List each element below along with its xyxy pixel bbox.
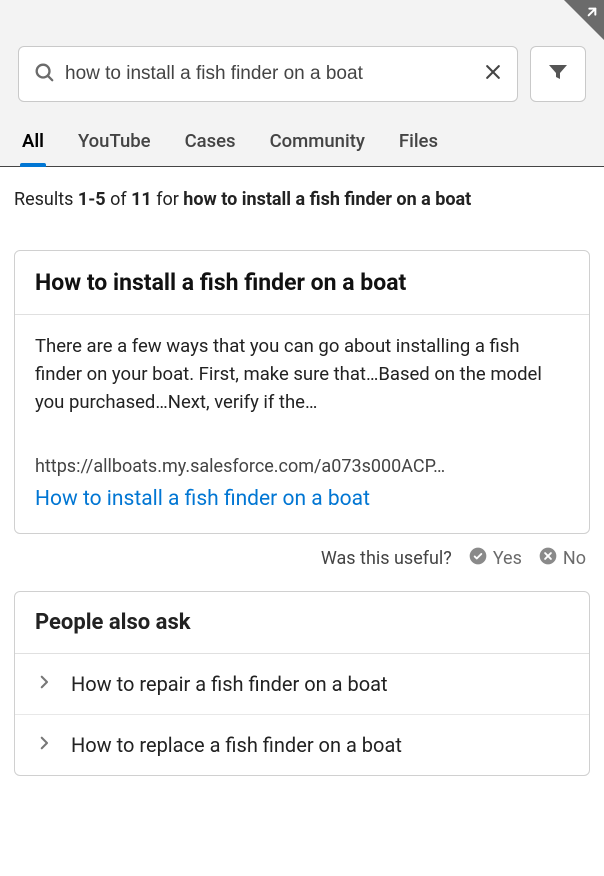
x-circle-icon [538, 546, 558, 571]
tab-youtube[interactable]: YouTube [78, 120, 151, 166]
answer-card: How to install a fish finder on a boat T… [14, 250, 590, 534]
feedback-yes-button[interactable]: Yes [468, 546, 522, 571]
search-input[interactable] [55, 63, 483, 85]
paa-item-label: How to replace a fish finder on a boat [71, 733, 402, 757]
check-circle-icon [468, 546, 488, 571]
results-prefix: Results [14, 189, 78, 210]
tab-cases[interactable]: Cases [185, 120, 236, 166]
results-for: for [152, 189, 184, 210]
expand-button[interactable] [564, 0, 604, 40]
people-also-ask-card: People also ask How to repair a fish fin… [14, 591, 590, 776]
filter-icon [546, 60, 570, 88]
results-summary: Results 1-5 of 11 for how to install a f… [0, 167, 604, 220]
search-box [18, 46, 518, 102]
feedback-no-button[interactable]: No [538, 546, 586, 571]
feedback-prompt: Was this useful? [321, 548, 452, 569]
answer-card-body: There are a few ways that you can go abo… [15, 315, 589, 533]
paa-item-label: How to repair a fish finder on a boat [71, 672, 388, 696]
answer-card-header: How to install a fish finder on a boat [15, 251, 589, 315]
search-icon [33, 61, 55, 87]
tabs: All YouTube Cases Community Files [0, 120, 604, 167]
chevron-right-icon [35, 733, 53, 757]
tab-files[interactable]: Files [399, 120, 438, 166]
feedback-yes-label: Yes [493, 548, 522, 569]
tab-community[interactable]: Community [270, 120, 365, 166]
filter-button[interactable] [530, 46, 586, 102]
answer-source-link[interactable]: How to install a fish finder on a boat [35, 487, 569, 511]
tab-all[interactable]: All [22, 120, 44, 166]
answer-snippet: There are a few ways that you can go abo… [35, 333, 569, 416]
answer-title: How to install a fish finder on a boat [35, 269, 569, 296]
results-range: 1-5 [78, 189, 106, 210]
paa-item-0[interactable]: How to repair a fish finder on a boat [15, 654, 589, 715]
people-also-ask-title: People also ask [15, 592, 589, 654]
results-query: how to install a fish finder on a boat [183, 189, 471, 210]
clear-search-button[interactable] [483, 62, 503, 86]
results-of: of [106, 189, 131, 210]
feedback-row: Was this useful? Yes No [0, 534, 604, 571]
chevron-right-icon [35, 672, 53, 696]
header-area: All YouTube Cases Community Files [0, 0, 604, 167]
answer-source-url: https://allboats.my.salesforce.com/a073s… [35, 456, 569, 477]
search-row [0, 0, 604, 120]
feedback-no-label: No [563, 548, 586, 569]
paa-item-1[interactable]: How to replace a fish finder on a boat [15, 715, 589, 775]
results-total: 11 [131, 189, 152, 210]
